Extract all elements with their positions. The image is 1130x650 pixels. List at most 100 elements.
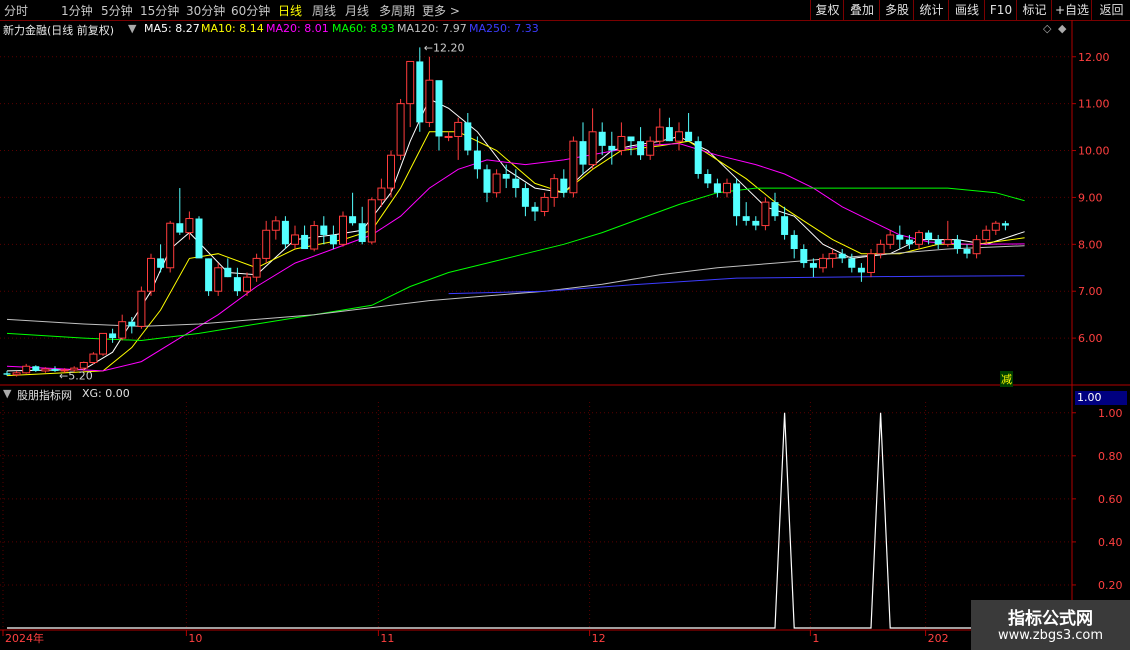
candle-body bbox=[579, 141, 587, 165]
xg-line bbox=[7, 412, 1025, 629]
candle-body bbox=[118, 321, 127, 339]
ind-tick-label: 0.80 bbox=[1098, 450, 1123, 463]
candle-body bbox=[109, 333, 117, 339]
ma60-label: MA60: 8.93 bbox=[332, 22, 395, 35]
candle-body bbox=[473, 150, 481, 170]
ma250-label: MA250: 7.33 bbox=[469, 22, 539, 35]
time-label: 202 bbox=[928, 632, 949, 645]
candle-body bbox=[828, 253, 837, 259]
watermark-url: www.zbgs3.com bbox=[997, 628, 1104, 643]
candle-body bbox=[896, 234, 904, 240]
price-annotation: ←5.20 bbox=[59, 370, 93, 383]
candle-body bbox=[3, 373, 11, 375]
candle-body bbox=[406, 60, 415, 105]
candle-body bbox=[320, 225, 328, 235]
watermark: 指标公式网 www.zbgs3.com bbox=[971, 600, 1130, 650]
candle-body bbox=[905, 239, 913, 245]
candle-body bbox=[157, 258, 165, 268]
candle-body bbox=[396, 103, 405, 156]
candle-body bbox=[262, 229, 271, 259]
candle-body bbox=[205, 258, 213, 292]
candle-body bbox=[742, 216, 750, 221]
candle-body bbox=[252, 257, 261, 278]
candle-body bbox=[588, 131, 597, 166]
candle-body bbox=[185, 218, 194, 234]
candle-body bbox=[301, 234, 309, 250]
ma-line-ma5 bbox=[6, 98, 1025, 372]
ind-tick-label: 0.60 bbox=[1098, 493, 1123, 506]
candle-body bbox=[22, 365, 31, 374]
candle-body bbox=[608, 145, 616, 151]
candle-body bbox=[1001, 223, 1009, 226]
candle-body bbox=[771, 202, 779, 217]
candle-body bbox=[569, 140, 578, 194]
candle-body bbox=[848, 258, 856, 268]
candle-body bbox=[233, 277, 241, 292]
candle-body bbox=[416, 61, 424, 123]
candle-body bbox=[51, 369, 59, 371]
time-label: 2024年 bbox=[5, 631, 44, 645]
candle-body bbox=[876, 243, 885, 255]
candle-body bbox=[655, 126, 664, 142]
indicator-collapse-icon[interactable]: ▼ bbox=[3, 387, 11, 400]
candle-body bbox=[963, 249, 971, 254]
price-tick-label: 11.00 bbox=[1078, 98, 1110, 111]
candle-body bbox=[627, 136, 635, 142]
candle-body bbox=[454, 121, 463, 137]
ma10-label: MA10: 8.14 bbox=[201, 22, 264, 35]
candle-body bbox=[358, 223, 366, 242]
price-tick-label: 7.00 bbox=[1078, 285, 1103, 298]
candle-body bbox=[176, 223, 184, 233]
candle-body bbox=[502, 173, 510, 179]
price-annotation: ←12.20 bbox=[424, 41, 465, 54]
settings-icon[interactable]: ◆ bbox=[1058, 22, 1066, 35]
candle-body bbox=[12, 372, 21, 376]
candle-body bbox=[915, 232, 923, 245]
price-tick-label: 12.00 bbox=[1078, 51, 1110, 64]
candle-body bbox=[464, 122, 472, 151]
candle-body bbox=[377, 187, 386, 201]
ma120-label: MA120: 7.97 bbox=[397, 22, 467, 35]
candle-body bbox=[943, 239, 952, 245]
candle-body bbox=[531, 206, 539, 212]
candle-body bbox=[166, 222, 175, 269]
candle-body bbox=[329, 234, 337, 245]
candle-body bbox=[819, 257, 827, 269]
candle-body bbox=[886, 234, 895, 245]
stock-title: 新力金融(日线 前复权) bbox=[3, 24, 115, 37]
candle-body bbox=[934, 239, 942, 245]
candle-body bbox=[867, 253, 875, 273]
indicator-name: 股朋指标网 bbox=[17, 389, 72, 402]
candle-body bbox=[713, 183, 721, 193]
candle-body bbox=[195, 218, 203, 259]
candle-body bbox=[99, 332, 107, 355]
candle-body bbox=[32, 366, 40, 371]
candle-body bbox=[147, 257, 155, 292]
candle-body bbox=[367, 199, 376, 243]
candle-body bbox=[521, 188, 529, 207]
candle-body bbox=[425, 79, 434, 123]
candle-body bbox=[79, 361, 88, 369]
candle-body bbox=[675, 131, 683, 142]
candle-body bbox=[224, 267, 232, 278]
candle-body bbox=[512, 178, 520, 189]
candle-body bbox=[809, 263, 817, 268]
candle-body bbox=[617, 135, 626, 152]
candle-body bbox=[291, 234, 299, 245]
candle-body bbox=[310, 225, 319, 250]
candle-body bbox=[790, 234, 798, 250]
candle-body bbox=[723, 182, 731, 194]
candle-body bbox=[800, 249, 808, 264]
candle-body bbox=[444, 135, 453, 138]
candle-body bbox=[694, 141, 702, 174]
candle-body bbox=[857, 267, 865, 273]
ma5-label: MA5: 8.27 bbox=[144, 22, 200, 35]
diamond-icon[interactable]: ◇ bbox=[1043, 22, 1051, 35]
candle-body bbox=[89, 353, 98, 363]
indicator-current-value: 1.00 bbox=[1075, 391, 1127, 405]
ind-tick-label: 1.00 bbox=[1098, 407, 1123, 420]
price-tick-label: 6.00 bbox=[1078, 332, 1103, 345]
ma20-label: MA20: 8.01 bbox=[266, 22, 329, 35]
candle-body bbox=[281, 220, 289, 245]
collapse-icon[interactable]: ▼ bbox=[128, 22, 136, 35]
